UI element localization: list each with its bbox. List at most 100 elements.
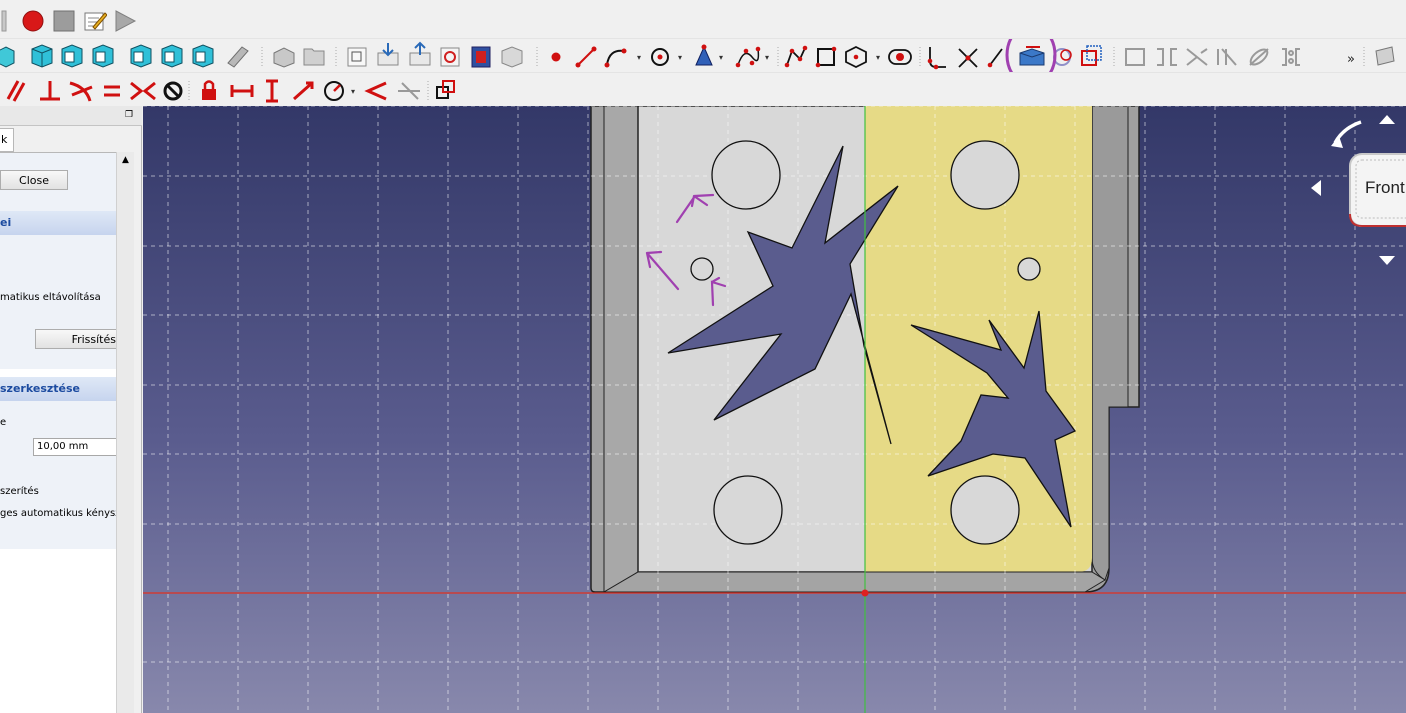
right-view-icon[interactable] — [130, 44, 152, 68]
internal-alignment-icon[interactable] — [436, 80, 455, 99]
view-sketch-toolbar: ▾ ▾ ▾ ▾ ▾ » — [0, 38, 1406, 73]
arc-dropdown-icon[interactable]: ▾ — [637, 53, 641, 62]
attach-sketch-icon[interactable] — [377, 43, 399, 66]
hole-small-left — [690, 257, 714, 281]
record-macro-icon[interactable] — [20, 4, 46, 38]
snell-law-icon[interactable] — [398, 82, 420, 100]
horizontal-distance-icon[interactable] — [230, 85, 254, 97]
mirror-tool-icon[interactable] — [1248, 47, 1270, 68]
auto-remove-label: matikus eltávolítása — [0, 292, 101, 303]
line-icon[interactable] — [575, 46, 597, 68]
rectangle-icon[interactable] — [815, 46, 837, 68]
front-view-icon[interactable] — [61, 44, 83, 68]
part-icon[interactable] — [273, 47, 295, 68]
toolbar-handle-icon — [0, 4, 8, 38]
remove-axes-icon[interactable] — [1282, 48, 1300, 66]
conic-dropdown-icon[interactable]: ▾ — [719, 53, 723, 62]
close-button[interactable]: Close — [0, 170, 68, 190]
hole-bottom-right — [950, 475, 1020, 545]
polyline-icon[interactable] — [784, 45, 808, 68]
close-section: Close — [0, 153, 116, 211]
select-conflicts-icon[interactable] — [1125, 48, 1145, 66]
block-constraint-icon[interactable] — [163, 81, 183, 101]
carbon-copy-icon[interactable] — [1053, 48, 1072, 66]
3d-viewport[interactable]: Front — [143, 106, 1406, 713]
bottom-view-icon[interactable] — [192, 44, 214, 68]
tab-tasks[interactable]: k — [0, 128, 14, 152]
perpendicular-constraint-icon[interactable] — [40, 81, 60, 101]
view-section-icon[interactable] — [471, 46, 491, 68]
radius-constraint-icon[interactable] — [324, 81, 344, 101]
parallel-constraint-icon[interactable] — [6, 80, 26, 102]
constraint-label: szerítés — [0, 486, 39, 497]
section1-title: ei — [0, 216, 12, 229]
hole-top-right — [950, 140, 1020, 210]
bottom-ledge — [602, 571, 1106, 593]
panel-scrollbar[interactable]: ▲ — [116, 152, 134, 713]
rear-view-icon[interactable] — [161, 44, 183, 68]
right-flange — [1091, 106, 1129, 581]
clone-tool-icon[interactable] — [1186, 48, 1208, 66]
vertical-distance-icon[interactable] — [266, 79, 278, 103]
point-icon[interactable] — [551, 52, 561, 62]
group-icon[interactable] — [303, 48, 325, 66]
polygon-icon[interactable] — [845, 45, 867, 69]
slot-icon[interactable] — [888, 49, 912, 65]
radius-dropdown-icon[interactable]: ▾ — [351, 87, 355, 96]
origin-point — [861, 589, 869, 597]
lock-constraint-icon[interactable] — [202, 80, 216, 101]
run-macro-icon[interactable] — [112, 4, 138, 38]
arc-icon[interactable] — [604, 48, 627, 68]
more-tools-icon[interactable] — [1375, 46, 1395, 66]
circle-icon[interactable] — [651, 48, 669, 66]
distance-constraint-icon[interactable] — [293, 81, 314, 101]
view-sketch-icon[interactable] — [440, 47, 460, 67]
polygon-dropdown-icon[interactable]: ▾ — [876, 53, 880, 62]
panel-scroll-area: Close ei matikus eltávolítása Frissítés … — [0, 152, 132, 713]
edit-macro-icon[interactable] — [82, 4, 108, 38]
equal-constraint-icon[interactable] — [104, 85, 120, 97]
isometric-view-icon[interactable] — [31, 44, 53, 68]
circle-dropdown-icon[interactable]: ▾ — [678, 53, 682, 62]
section-body-2: e 10,00 mm szerítés ges automatikus kény… — [0, 401, 131, 549]
fit-all-icon[interactable] — [0, 46, 15, 68]
symmetric-constraint-icon[interactable] — [130, 81, 156, 101]
rectangular-array-icon[interactable] — [1217, 48, 1237, 66]
hole-top-left — [711, 140, 781, 210]
leave-sketch-icon[interactable] — [409, 41, 431, 66]
nav-down-icon[interactable] — [1379, 256, 1395, 265]
construction-mode-icon[interactable] — [1081, 45, 1102, 66]
fillet-icon[interactable] — [927, 47, 946, 70]
hole-small-right — [1017, 257, 1041, 281]
section2-title: szerkesztése — [0, 382, 80, 395]
external-geometry-icon[interactable] — [1019, 46, 1045, 66]
trim-icon[interactable] — [958, 48, 978, 68]
measure-icon[interactable] — [227, 46, 249, 68]
section-title-2: szerkesztése — [0, 377, 116, 401]
conic-icon[interactable] — [695, 44, 713, 66]
angle-constraint-icon[interactable] — [364, 81, 387, 101]
scroll-up-icon[interactable]: ▲ — [117, 152, 134, 169]
left-wall — [603, 106, 639, 593]
top-view-icon[interactable] — [92, 44, 114, 68]
stop-macro-icon[interactable] — [51, 4, 77, 38]
nav-left-icon[interactable] — [1311, 180, 1321, 196]
section-title-1: ei — [0, 211, 116, 235]
overflow-icon[interactable]: » — [1347, 52, 1355, 67]
refresh-button[interactable]: Frissítés — [35, 329, 117, 349]
nav-up-icon[interactable] — [1379, 115, 1395, 124]
bspline-icon[interactable] — [735, 46, 761, 68]
new-sketch-icon[interactable] — [347, 47, 367, 67]
extend-icon[interactable] — [987, 48, 1003, 68]
macro-toolbar — [0, 4, 1406, 38]
map-sketch-icon[interactable] — [501, 46, 523, 68]
undock-icon[interactable]: ❐ — [124, 110, 134, 120]
grid-size-input[interactable]: 10,00 mm — [33, 438, 117, 456]
hole-bottom-left — [713, 475, 783, 545]
section-body-1: matikus eltávolítása Frissítés — [0, 235, 117, 369]
nav-cube-label: Front — [1365, 178, 1405, 197]
bspline-dropdown-icon[interactable]: ▾ — [765, 53, 769, 62]
task-panel: ❐ k Close ei matikus eltávolítása Frissí… — [0, 106, 142, 713]
tangent-constraint-icon[interactable] — [69, 81, 93, 102]
symmetry-tool-icon[interactable] — [1157, 48, 1177, 66]
